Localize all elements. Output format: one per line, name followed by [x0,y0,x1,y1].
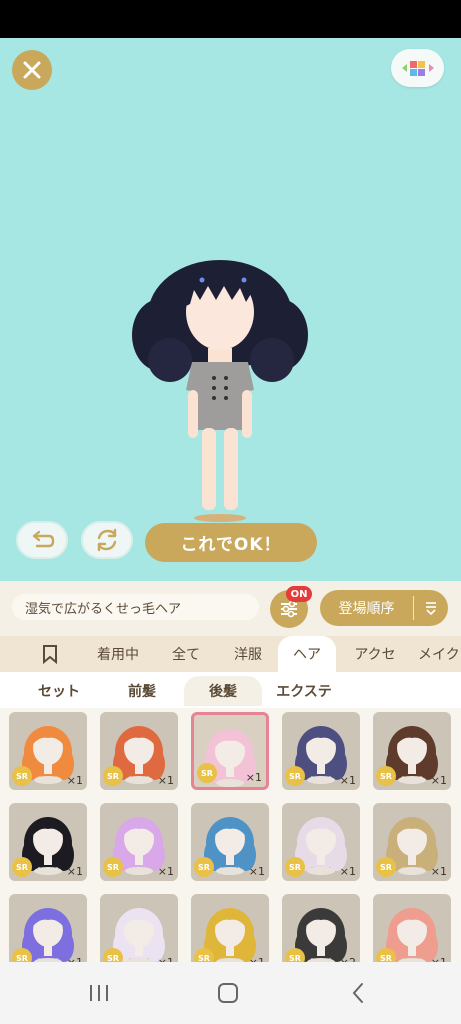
recent-apps-icon [90,985,108,1001]
subtab-front-hair[interactable]: 前髪 [100,676,184,706]
item-count: ×1 [66,865,83,878]
rarity-badge: SR [376,948,396,962]
back-icon [352,983,363,1003]
item-card[interactable]: SR×2 [282,894,360,962]
rarity-badge: SR [194,857,214,877]
rarity-badge: SR [285,766,305,786]
item-count: ×1 [66,774,83,787]
item-card[interactable]: SR×1 [191,894,269,962]
recent-apps-button[interactable] [84,980,114,1006]
filter-on-badge: ON [286,586,312,602]
item-card[interactable]: SR ×1 [282,803,360,881]
tab-wearing[interactable]: 着用中 [86,636,150,672]
item-card[interactable]: SR×1 [100,894,178,962]
back-button[interactable] [343,980,373,1006]
item-card[interactable]: SR ×1 [373,803,451,881]
rarity-badge: SR [376,857,396,877]
sort-label: 登場順序 [338,601,395,617]
rarity-badge: SR [103,948,123,962]
tab-bookmark[interactable] [32,636,68,672]
tab-clothes[interactable]: 洋服 [222,636,274,672]
item-card[interactable]: SR ×1 [282,712,360,790]
item-card[interactable]: SR×1 [9,894,87,962]
item-card[interactable]: SR ×1 [373,712,451,790]
item-card[interactable]: SR ×1 [9,712,87,790]
tab-all[interactable]: 全て [160,636,212,672]
avatar-character [132,260,308,522]
randomize-button[interactable] [81,521,133,559]
sort-divider [413,596,414,620]
rarity-badge: SR [285,948,305,962]
bookmark-icon [43,645,57,664]
rarity-badge: SR [12,948,32,962]
home-icon [218,983,238,1003]
item-count: ×1 [430,774,447,787]
sort-direction-icon[interactable] [414,600,448,616]
status-bar [0,0,461,38]
item-card[interactable]: SR ×1 [100,712,178,790]
category-tabs: 着用中 全て 洋服 ヘア アクセ メイク [0,636,461,672]
rarity-badge: SR [194,948,214,962]
item-count: ×1 [339,865,356,878]
item-card[interactable]: SR×1 [373,894,451,962]
tab-makeup[interactable]: メイク [418,636,461,672]
item-card[interactable]: SR ×1 [100,803,178,881]
rarity-badge: SR [197,763,217,783]
home-button[interactable] [213,980,243,1006]
item-count: ×1 [245,771,262,784]
palette-icon [401,61,434,76]
rarity-badge: SR [103,857,123,877]
item-count: ×1 [248,865,265,878]
rarity-badge: SR [376,766,396,786]
item-card[interactable]: SR ×1 [191,712,269,790]
item-count: ×1 [157,865,174,878]
background-toggle-button[interactable] [391,49,444,87]
subtab-set[interactable]: セット [18,676,100,706]
subcategory-tabs: セット 前髪 後髪 エクステ [0,672,461,708]
sort-button[interactable]: 登場順序 [320,590,448,626]
confirm-button[interactable]: これでOK！ [145,523,317,562]
close-icon [23,61,41,79]
subtab-back-hair[interactable]: 後髪 [184,676,262,706]
rarity-badge: SR [12,766,32,786]
selected-item-name: 湿気で広がるくせっ毛ヘア [12,594,259,620]
close-button[interactable] [12,50,52,90]
item-card[interactable]: SR ×1 [9,803,87,881]
undo-button[interactable] [16,521,68,559]
undo-icon [32,530,55,548]
rarity-badge: SR [12,857,32,877]
item-grid: SR ×1 SR ×1 SR ×1 SR ×1 SR ×1 SR ×1 SR ×1 SR ×1 SR ×1 SR ×1… [0,708,461,962]
item-count: ×1 [430,865,447,878]
rarity-badge: SR [285,857,305,877]
item-card[interactable]: SR ×1 [191,803,269,881]
sliders-icon [281,600,297,618]
refresh-icon [97,528,117,552]
tab-accessories[interactable]: アクセ [344,636,406,672]
tab-hair[interactable]: ヘア [278,636,336,672]
subtab-extensions[interactable]: エクステ [262,676,346,706]
system-nav-bar [0,962,461,1024]
item-count: ×1 [157,774,174,787]
rarity-badge: SR [103,766,123,786]
item-count: ×1 [339,774,356,787]
